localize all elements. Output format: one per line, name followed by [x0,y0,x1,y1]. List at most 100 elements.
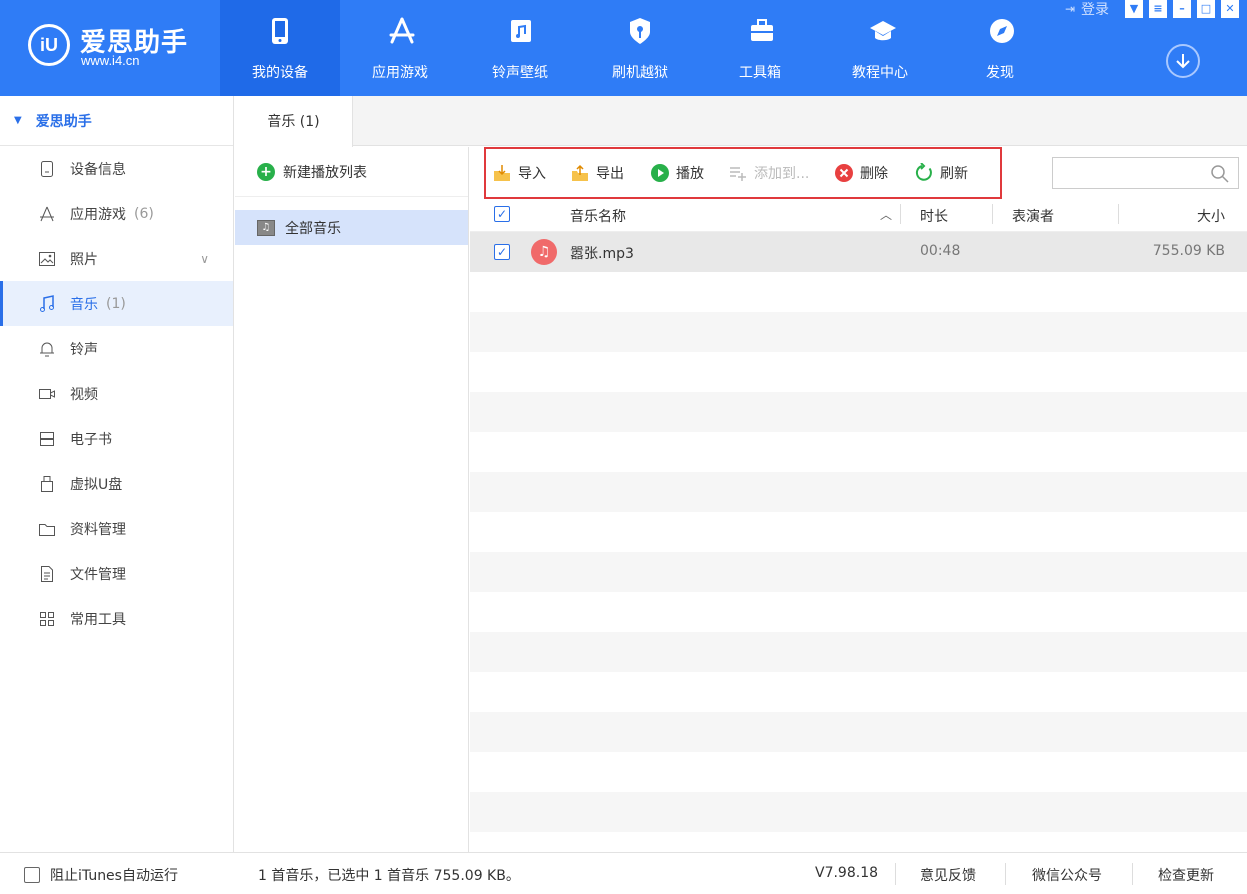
music-file-icon: ♫ [531,239,557,265]
import-label: 导入 [518,166,546,182]
row-checkbox[interactable]: ✓ [494,244,510,260]
sidebar-item-common-tools[interactable]: 常用工具 [0,596,233,641]
bell-icon [38,340,56,358]
select-all-checkbox[interactable]: ✓ [494,206,510,222]
usb-drive-icon [38,475,56,493]
sidebar-item-file-management[interactable]: 文件管理 [0,551,233,596]
sidebar-item-ebooks[interactable]: 电子书 [0,416,233,461]
sidebar-item-label: 铃声 [70,341,98,358]
wechat-link[interactable]: 微信公众号 [1032,865,1102,885]
sidebar-item-label: 设备信息 [70,161,126,178]
empty-row [470,712,1247,752]
delete-icon [834,163,854,183]
row-duration: 00:48 [920,243,961,259]
new-playlist-label: 新建播放列表 [283,164,367,181]
playlist-all-music[interactable]: ♫ 全部音乐 [235,210,468,245]
sidebar-item-data-management[interactable]: 资料管理 [0,506,233,551]
nav-ringtones-wallpapers[interactable]: 铃声壁纸 [460,0,580,96]
top-bar: iU 爱思助手 www.i4.cn 我的设备 应用游戏 铃声壁纸 刷机越狱 工具… [0,0,1247,96]
login-icon[interactable]: ⇥ [1065,2,1075,16]
block-itunes-checkbox[interactable] [24,867,40,883]
nav-my-device[interactable]: 我的设备 [220,0,340,96]
maximize-icon[interactable]: □ [1197,0,1215,18]
nav-discover[interactable]: 发现 [940,0,1060,96]
close-icon[interactable]: ✕ [1221,0,1239,18]
nav-apps-games[interactable]: 应用游戏 [340,0,460,96]
sidebar-item-virtual-usb[interactable]: 虚拟U盘 [0,461,233,506]
refresh-button[interactable]: 刷新 [914,163,968,183]
nav-flash-jailbreak[interactable]: 刷机越狱 [580,0,700,96]
chevron-down-icon[interactable]: ∨ [200,252,209,266]
sidebar-item-music[interactable]: 音乐 (1) [0,281,233,326]
nav-tutorials[interactable]: 教程中心 [820,0,940,96]
sidebar-item-label: 照片 [70,251,98,268]
sidebar-item-label: 音乐 [70,296,98,313]
delete-button[interactable]: 删除 [834,163,888,183]
table-row[interactable]: ✓ ♫ 嚣张.mp3 00:48 755.09 KB [470,232,1247,272]
download-button[interactable] [1166,44,1200,78]
music-file-icon [511,20,531,42]
play-icon [650,163,670,183]
playlist-icon: ♫ [257,219,275,236]
app-logo[interactable]: iU 爱思助手 www.i4.cn [28,18,208,74]
check-update-link[interactable]: 检查更新 [1158,865,1214,885]
refresh-icon [914,163,934,183]
import-button[interactable]: 导入 [492,163,546,183]
sidebar-item-label: 应用游戏 [70,206,126,223]
column-header-name[interactable]: 音乐名称 [570,206,626,226]
block-itunes-label[interactable]: 阻止iTunes自动运行 [50,865,178,885]
column-header-artist[interactable]: 表演者 [1012,206,1054,226]
logo-url: www.i4.cn [81,53,140,68]
search-input[interactable] [1052,157,1239,189]
new-playlist-button[interactable]: + 新建播放列表 [235,147,468,197]
export-label: 导出 [596,166,624,182]
compass-icon [990,19,1014,43]
export-button[interactable]: 导出 [570,163,624,183]
column-header-duration[interactable]: 时长 [920,206,948,226]
play-button[interactable]: 播放 [650,163,704,183]
sidebar-item-videos[interactable]: 视频 [0,371,233,416]
sidebar-item-device-info[interactable]: 设备信息 [0,146,233,191]
search-icon[interactable] [1210,164,1230,184]
toolbox-icon [751,19,773,41]
version-label: V7.98.18 [815,865,879,881]
minimize-icon[interactable]: – [1173,0,1191,18]
nav-toolbox[interactable]: 工具箱 [700,0,820,96]
empty-row [470,512,1247,552]
tab-music[interactable]: 音乐 (1) [235,96,353,147]
row-size: 755.09 KB [1152,243,1225,259]
nav-label: 铃声壁纸 [492,65,548,81]
empty-row [470,392,1247,432]
empty-row [470,552,1247,592]
table-header: ✓ 音乐名称 ︿ 时长 表演者 大小 [470,198,1247,232]
grid-icon [38,610,56,628]
login-link[interactable]: 登录 [1081,0,1109,19]
sidebar-item-count: (1) [106,295,126,312]
download-icon [1176,54,1190,69]
folder-icon [38,520,56,538]
sidebar-item-apps[interactable]: 应用游戏 (6) [0,191,233,236]
sidebar-item-photos[interactable]: 照片 ∨ [0,236,233,281]
feedback-link[interactable]: 意见反馈 [920,865,976,885]
column-divider [900,204,901,224]
sidebar-header-label: 爱思助手 [35,113,92,130]
skin-icon[interactable]: ▼ [1125,0,1143,18]
plus-icon: + [257,162,275,181]
empty-row [470,592,1247,632]
column-header-size[interactable]: 大小 [1197,206,1225,226]
sidebar-item-count: (6) [134,205,154,222]
app-store-icon [38,205,56,223]
play-label: 播放 [676,166,704,182]
toolbar: 导入 导出 播放 添加到... 删除 刷新 [470,147,1247,199]
logo-mark: iU [28,24,70,66]
empty-row [470,672,1247,712]
sidebar-device-header[interactable]: ▼ 爱思助手 [0,96,233,146]
status-bar: 阻止iTunes自动运行 1 首音乐，已选中 1 首音乐 755.09 KB。 … [0,852,1247,894]
menu-icon[interactable]: ≡ [1149,0,1167,18]
sort-up-icon[interactable]: ︿ [880,206,892,223]
music-table: ✓ 音乐名称 ︿ 时长 表演者 大小 ✓ ♫ 嚣张.mp3 00:48 755.… [470,198,1247,852]
sidebar-item-ringtones[interactable]: 铃声 [0,326,233,371]
add-to-button[interactable]: 添加到... [728,163,809,183]
nav-label: 我的设备 [252,65,308,81]
tab-bar: 音乐 (1) [235,96,1247,147]
